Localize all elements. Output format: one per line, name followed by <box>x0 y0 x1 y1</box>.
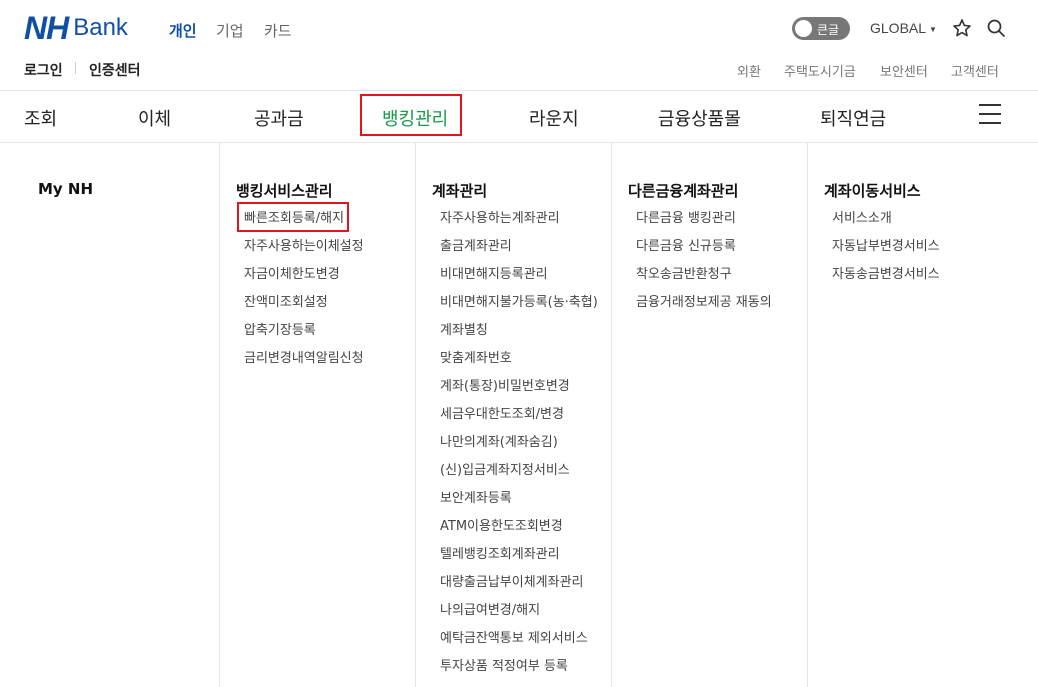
menu-item[interactable]: (신)입금계좌지정서비스 <box>440 461 598 489</box>
menu-item[interactable]: 계좌(통장)비밀번호변경 <box>440 377 598 405</box>
gnb-financial-mall[interactable]: 금융상품몰 <box>658 105 741 131</box>
menu-item[interactable]: 대량출금납부이체계좌관리 <box>440 573 598 601</box>
menu-item[interactable]: ATM이용한도조회변경 <box>440 517 598 545</box>
column-title[interactable]: My NH <box>38 180 93 198</box>
customer-center-link[interactable]: 고객센터 <box>951 61 999 80</box>
menu-item[interactable]: 자동송금변경서비스 <box>832 265 940 293</box>
gnb-lounge[interactable]: 라운지 <box>529 105 579 131</box>
certificate-center-link[interactable]: 인증센터 <box>89 60 141 80</box>
toggle-knob <box>795 20 812 37</box>
mega-menu: My NH 뱅킹서비스관리 빠른조회등록/해지 자주사용하는이체설정 자금이체한… <box>0 143 1038 687</box>
menu-item[interactable]: 잔액미조회설정 <box>244 293 364 321</box>
util-divider <box>75 62 76 74</box>
column-title[interactable]: 계좌관리 <box>432 180 487 201</box>
global-dropdown[interactable]: GLOBAL ▼ <box>870 20 937 36</box>
gnb-utility-bills[interactable]: 공과금 <box>254 105 304 131</box>
menu-item[interactable]: 자주사용하는계좌관리 <box>440 209 598 237</box>
menu-item[interactable]: 비대면해지불가등록(농·축협) <box>440 293 598 321</box>
large-text-toggle[interactable]: 큰글 <box>792 17 850 40</box>
menu-item[interactable]: 자금이체한도변경 <box>244 265 364 293</box>
scope-business[interactable]: 기업 <box>216 20 244 41</box>
column-account-transfer: 계좌이동서비스 서비스소개 자동납부변경서비스 자동송금변경서비스 <box>807 143 1038 687</box>
menu-item[interactable]: 예탁금잔액통보 제외서비스 <box>440 629 598 657</box>
scope-personal[interactable]: 개인 <box>169 20 197 41</box>
menu-item[interactable]: 보안계좌등록 <box>440 489 598 517</box>
housing-fund-link[interactable]: 주택도시기금 <box>784 61 856 80</box>
menu-item[interactable]: 맞춤계좌번호 <box>440 349 598 377</box>
scope-card[interactable]: 카드 <box>264 20 292 41</box>
gnb-inquiry[interactable]: 조회 <box>24 105 57 131</box>
toggle-label: 큰글 <box>817 23 840 37</box>
login-link[interactable]: 로그인 <box>24 60 63 80</box>
nh-bank-logo[interactable]: NH Bank <box>24 10 128 46</box>
security-center-link[interactable]: 보안센터 <box>880 61 928 80</box>
menu-item[interactable]: 나의급여변경/해지 <box>440 601 598 629</box>
menu-item[interactable]: 계좌별칭 <box>440 321 598 349</box>
menu-item[interactable]: 자동납부변경서비스 <box>832 237 940 265</box>
header: NH Bank 개인 기업 카드 큰글 GLOBAL ▼ 로그인 인증센터 외환 … <box>0 0 1038 90</box>
column-my-nh: My NH <box>0 143 219 687</box>
main-navigation: 조회 이체 공과금 뱅킹관리 라운지 금융상품몰 퇴직연금 <box>0 90 1038 143</box>
selected-item-highlight <box>237 202 349 232</box>
search-icon[interactable] <box>986 18 1006 38</box>
menu-item[interactable]: 금리변경내역알림신청 <box>244 349 364 377</box>
caret-down-icon: ▼ <box>929 24 937 34</box>
menu-item[interactable]: 비대면해지등록관리 <box>440 265 598 293</box>
logo-nh-text: NH <box>24 10 69 46</box>
menu-item[interactable]: 출금계좌관리 <box>440 237 598 265</box>
menu-item[interactable]: 압축기장등록 <box>244 321 364 349</box>
column-other-financial: 다른금융계좌관리 다른금융 뱅킹관리 다른금융 신규등록 착오송금반환청구 금융… <box>611 143 807 687</box>
column-title[interactable]: 뱅킹서비스관리 <box>236 180 333 201</box>
menu-item[interactable]: 착오송금반환청구 <box>636 265 772 293</box>
gnb-banking-management[interactable]: 뱅킹관리 <box>382 105 448 131</box>
menu-item[interactable]: 다른금융 뱅킹관리 <box>636 209 772 237</box>
column-account-management: 계좌관리 자주사용하는계좌관리 출금계좌관리 비대면해지등록관리 비대면해지불가… <box>415 143 611 687</box>
menu-item[interactable]: 다른금융 신규등록 <box>636 237 772 265</box>
star-icon[interactable] <box>952 18 972 38</box>
column-title[interactable]: 다른금융계좌관리 <box>628 180 738 201</box>
column-title[interactable]: 계좌이동서비스 <box>824 180 921 201</box>
menu-icon[interactable] <box>979 104 1001 124</box>
menu-item[interactable]: 텔레뱅킹조회계좌관리 <box>440 545 598 573</box>
menu-item[interactable]: 나만의계좌(계좌숨김) <box>440 433 598 461</box>
gnb-transfer[interactable]: 이체 <box>138 105 171 131</box>
logo-bank-text: Bank <box>73 14 128 41</box>
menu-item[interactable]: 투자상품 적정여부 등록 <box>440 657 598 685</box>
menu-item[interactable]: 서비스소개 <box>832 209 940 237</box>
gnb-retirement-pension[interactable]: 퇴직연금 <box>820 105 886 131</box>
menu-item[interactable]: 금융거래정보제공 재동의 <box>636 293 772 321</box>
global-label: GLOBAL <box>870 20 927 36</box>
menu-item[interactable]: 자주사용하는이체설정 <box>244 237 364 265</box>
foreign-exchange-link[interactable]: 외환 <box>737 61 761 80</box>
menu-item[interactable]: 세금우대한도조회/변경 <box>440 405 598 433</box>
